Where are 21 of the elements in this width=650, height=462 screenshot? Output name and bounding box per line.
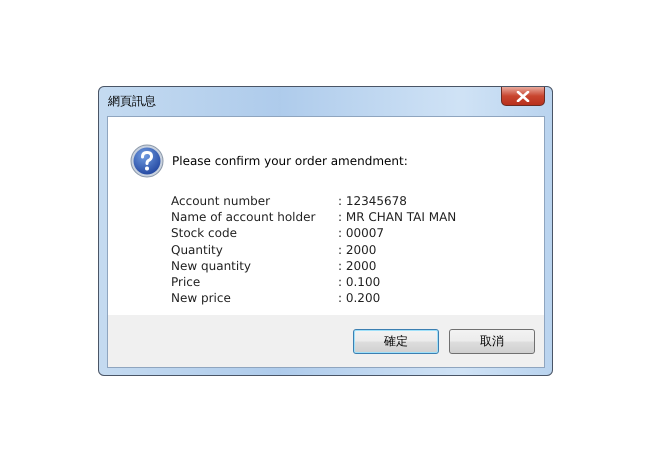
- detail-value: : 0.100: [338, 274, 382, 290]
- window-title: 網頁訊息: [107, 93, 156, 110]
- detail-label: New quantity: [171, 258, 252, 274]
- detail-label: Name of account holder: [171, 209, 316, 226]
- detail-value: : MR CHAN TAI MAN: [338, 209, 458, 226]
- detail-value: : 0.200: [338, 290, 382, 306]
- close-button[interactable]: [501, 87, 545, 106]
- confirm-message: Please confirm your order amendment:: [172, 154, 408, 168]
- detail-label: New price: [171, 290, 232, 306]
- detail-value: : 2000: [338, 242, 378, 258]
- detail-label: Quantity: [171, 242, 224, 258]
- question-icon: [130, 144, 164, 178]
- ok-button[interactable]: 確定: [353, 328, 439, 354]
- detail-value: : 12345678: [338, 193, 408, 210]
- detail-label: Price: [171, 274, 202, 290]
- detail-value: : 2000: [338, 258, 378, 274]
- cancel-button[interactable]: 取消: [449, 328, 535, 354]
- detail-value: : 00007: [338, 225, 386, 242]
- detail-label: Stock code: [171, 225, 238, 242]
- detail-label: Account number: [171, 193, 272, 210]
- close-icon: [516, 90, 530, 102]
